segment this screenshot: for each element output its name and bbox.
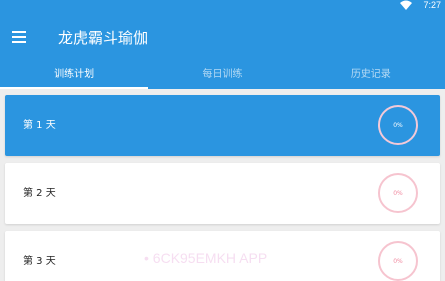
- day-label: 第 3 天: [23, 256, 56, 267]
- progress-value: 0%: [393, 189, 403, 197]
- plan-day-list: 第 1 天 0% 第 2 天 0% 第 3 天 0%: [0, 89, 445, 281]
- menu-icon[interactable]: [12, 31, 26, 43]
- plan-day-card[interactable]: 第 2 天 0%: [5, 163, 440, 224]
- plan-day-card[interactable]: 第 1 天 0%: [5, 95, 440, 156]
- status-bar: 7:27: [0, 0, 445, 14]
- progress-ring: 0%: [378, 173, 418, 213]
- status-time: 7:27: [423, 0, 441, 10]
- progress-ring: 0%: [378, 105, 418, 145]
- tab-bar: 训练计划 每日训练 历史记录: [0, 64, 445, 89]
- tab-daily-training[interactable]: 每日训练: [148, 64, 296, 89]
- tab-history[interactable]: 历史记录: [297, 64, 445, 89]
- plan-day-card[interactable]: 第 3 天 0%: [5, 231, 440, 281]
- tab-training-plan[interactable]: 训练计划: [0, 64, 149, 89]
- progress-value: 0%: [393, 257, 403, 265]
- progress-ring: 0%: [378, 241, 418, 281]
- progress-value: 0%: [393, 121, 403, 129]
- wifi-icon: [400, 0, 412, 10]
- app-title: 龙虎霸斗瑜伽: [58, 29, 149, 47]
- app-bar: 龙虎霸斗瑜伽: [0, 14, 445, 64]
- day-label: 第 2 天: [23, 188, 56, 199]
- day-label: 第 1 天: [23, 120, 56, 131]
